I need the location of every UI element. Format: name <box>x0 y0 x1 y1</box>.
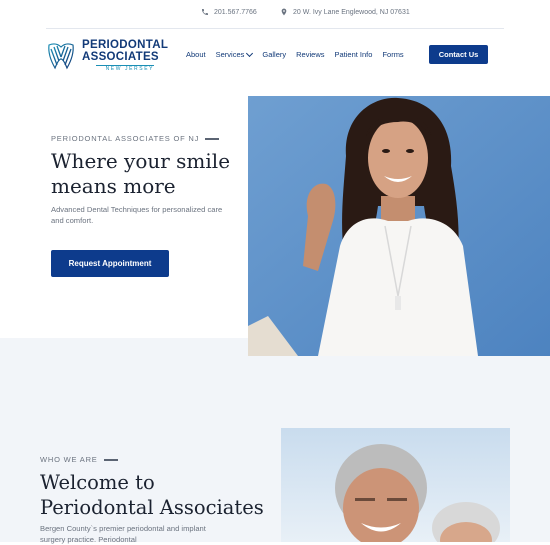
main-nav: About Services Gallery Reviews Patient I… <box>186 49 404 59</box>
logo-mark-icon <box>48 43 74 70</box>
contact-us-button[interactable]: Contact Us <box>429 45 488 64</box>
location-pin-icon <box>281 8 287 16</box>
nav-item-gallery[interactable]: Gallery <box>262 50 286 59</box>
phone-icon <box>202 9 208 15</box>
nav-item-reviews[interactable]: Reviews <box>296 50 324 59</box>
nav-item-about[interactable]: About <box>186 50 206 59</box>
logo-line-3: NEW JERSEY <box>96 65 155 72</box>
welcome-title: Welcome to Periodontal Associates <box>40 471 264 519</box>
request-appointment-button[interactable]: Request Appointment <box>51 250 169 277</box>
address-text[interactable]: 20 W. Ivy Lane Englewood, NJ 07631 <box>293 9 410 16</box>
nav-item-services[interactable]: Services <box>215 49 254 59</box>
welcome-photo <box>281 428 510 542</box>
welcome-eyebrow-dash <box>103 458 118 461</box>
phone-number[interactable]: 201.567.7766 <box>214 9 257 16</box>
phone-contact[interactable]: 201.567.7766 <box>201 8 257 16</box>
hero-photo-illustration <box>248 96 550 356</box>
address-contact[interactable]: 20 W. Ivy Lane Englewood, NJ 07631 <box>280 8 410 16</box>
site-header: PERIODONTAL ASSOCIATES NEW JERSEY About … <box>0 29 550 81</box>
eyebrow-dash <box>205 137 220 140</box>
hero-eyebrow-text: PERIODONTAL ASSOCIATES OF NJ <box>51 134 200 143</box>
nav-item-services-label: Services <box>215 50 245 59</box>
logo-line-2: ASSOCIATES <box>82 50 159 63</box>
nav-item-patient-info[interactable]: Patient Info <box>334 50 372 59</box>
logo-wordmark: PERIODONTAL ASSOCIATES NEW JERSEY <box>82 39 169 72</box>
site-logo[interactable]: PERIODONTAL ASSOCIATES NEW JERSEY <box>46 39 169 72</box>
nav-item-forms[interactable]: Forms <box>382 50 403 59</box>
hero-subtitle: Advanced Dental Techniques for personali… <box>51 205 223 225</box>
chevron-down-icon <box>246 49 254 57</box>
hero-photo <box>248 96 550 356</box>
top-contact-bar: 201.567.7766 20 W. Ivy Lane Englewood, N… <box>0 0 550 29</box>
welcome-eyebrow: WHO WE ARE <box>40 455 118 464</box>
welcome-eyebrow-text: WHO WE ARE <box>40 455 98 464</box>
welcome-photo-illustration <box>281 428 510 542</box>
hero-title: Where your smile means more <box>51 149 231 198</box>
logo-line-1: PERIODONTAL <box>82 39 169 51</box>
hero-eyebrow: PERIODONTAL ASSOCIATES OF NJ <box>51 134 220 143</box>
